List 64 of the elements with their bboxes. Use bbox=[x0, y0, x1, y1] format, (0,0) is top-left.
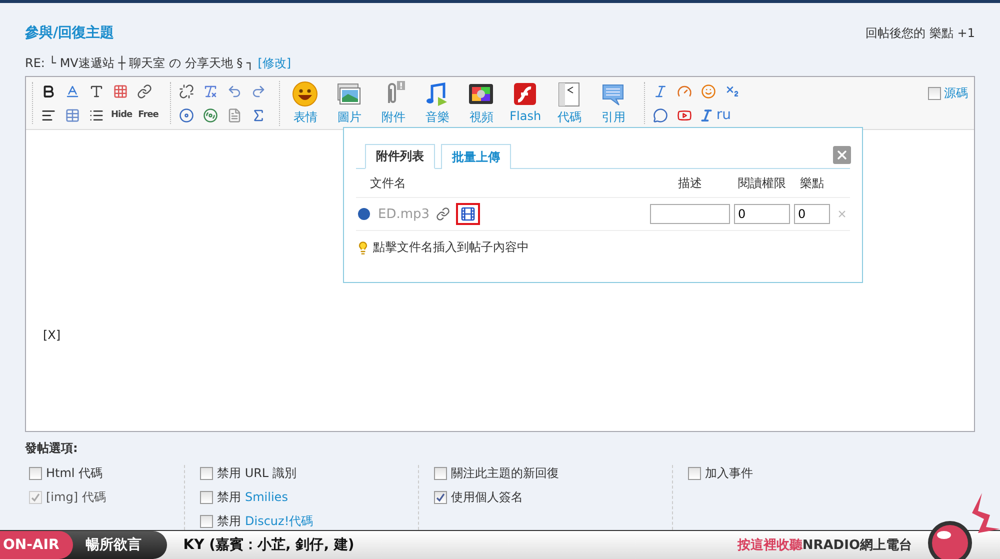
reward-note: 回帖後您的 樂點 +1 bbox=[866, 24, 975, 42]
flash-icon bbox=[512, 80, 538, 106]
checkbox[interactable] bbox=[434, 466, 447, 480]
option-label: 關注此主題的新回復 bbox=[451, 464, 559, 482]
option-label: [img] 代碼 bbox=[46, 488, 106, 506]
checkbox[interactable] bbox=[200, 514, 213, 528]
option-label: 禁用 URL 識別 bbox=[217, 464, 296, 482]
file-link[interactable]: ED.mp3 bbox=[378, 206, 430, 222]
options-title: 發帖選項: bbox=[25, 440, 79, 457]
toolbar-button[interactable]: Hide bbox=[111, 106, 132, 124]
option-label: 禁用 bbox=[217, 512, 241, 530]
superscript-button[interactable]: ru bbox=[699, 106, 732, 124]
edit-link[interactable]: [修改] bbox=[258, 54, 292, 72]
checkbox[interactable] bbox=[688, 466, 701, 480]
toolbar-button[interactable]: 音樂 bbox=[418, 80, 456, 126]
toolbar-button[interactable]: Free bbox=[138, 106, 158, 124]
permission-field[interactable]: 0 bbox=[734, 204, 790, 224]
subject-text: RE: └ MV速遞站 ┼ 聊天室 の 分享天地 § ┐ bbox=[25, 54, 254, 72]
toolbar-button[interactable]: 視頻 bbox=[462, 80, 500, 126]
column-header: 描述 bbox=[677, 174, 703, 192]
unlink-icon[interactable] bbox=[177, 82, 196, 100]
disc-icon[interactable] bbox=[177, 106, 196, 124]
close-button[interactable] bbox=[833, 146, 851, 164]
checkbox[interactable] bbox=[29, 466, 42, 480]
checkbox[interactable] bbox=[200, 490, 213, 504]
face-icon[interactable] bbox=[699, 82, 718, 100]
option-label: 使用個人簽名 bbox=[451, 488, 523, 506]
toolbar-button[interactable]: 附件 bbox=[374, 80, 412, 126]
checkbox[interactable] bbox=[200, 466, 213, 480]
toolbar-button[interactable]: 代碼 bbox=[550, 80, 588, 126]
checkbox[interactable] bbox=[434, 490, 447, 504]
option-label: 加入事件 bbox=[705, 464, 753, 482]
points-field[interactable]: 0 bbox=[794, 204, 830, 224]
on-air-label: ON-AIR bbox=[0, 531, 74, 559]
picture-icon bbox=[336, 80, 362, 106]
checkbox[interactable] bbox=[928, 87, 941, 100]
tab[interactable]: 批量上傳 bbox=[441, 144, 511, 169]
toolbar-button[interactable]: Flash bbox=[506, 80, 544, 126]
toolbar-button[interactable]: 引用 bbox=[594, 80, 632, 126]
description-field[interactable] bbox=[650, 204, 730, 224]
toolbar-button[interactable]: 圖片 bbox=[330, 80, 368, 126]
column-header: 閱讀權限 bbox=[737, 174, 787, 192]
option-label: 禁用 bbox=[217, 488, 241, 506]
close-icon bbox=[835, 148, 849, 162]
delete-button[interactable]: × bbox=[834, 206, 850, 222]
smiley-icon bbox=[292, 80, 318, 106]
column-header: 樂點 bbox=[799, 174, 825, 192]
link-icon[interactable] bbox=[135, 82, 153, 100]
page-title: 參與/回復主題 bbox=[25, 24, 114, 42]
option-link[interactable]: Smilies bbox=[245, 490, 288, 504]
tip-text: 點擊文件名插入到帖子內容中 bbox=[373, 239, 529, 256]
column-header: 文件名 bbox=[370, 174, 407, 192]
host-text: KY (嘉賓：小芷, 釗仔, 建) bbox=[183, 536, 354, 554]
film-icon[interactable] bbox=[456, 203, 480, 225]
code-document-icon bbox=[556, 80, 582, 106]
link-icon[interactable] bbox=[436, 207, 450, 221]
italic-a-icon bbox=[699, 108, 714, 122]
toolbar-button[interactable]: 表情 bbox=[286, 80, 324, 126]
tab[interactable]: 附件列表 bbox=[365, 144, 435, 169]
option-label: Html 代碼 bbox=[46, 464, 103, 482]
lightbulb-icon bbox=[356, 240, 370, 254]
source-label: 源碼 bbox=[944, 85, 968, 102]
option-link[interactable]: Discuz!代碼 bbox=[245, 512, 314, 530]
listen-link[interactable]: 按這裡收聽NRADIO網上電台 bbox=[737, 536, 912, 554]
